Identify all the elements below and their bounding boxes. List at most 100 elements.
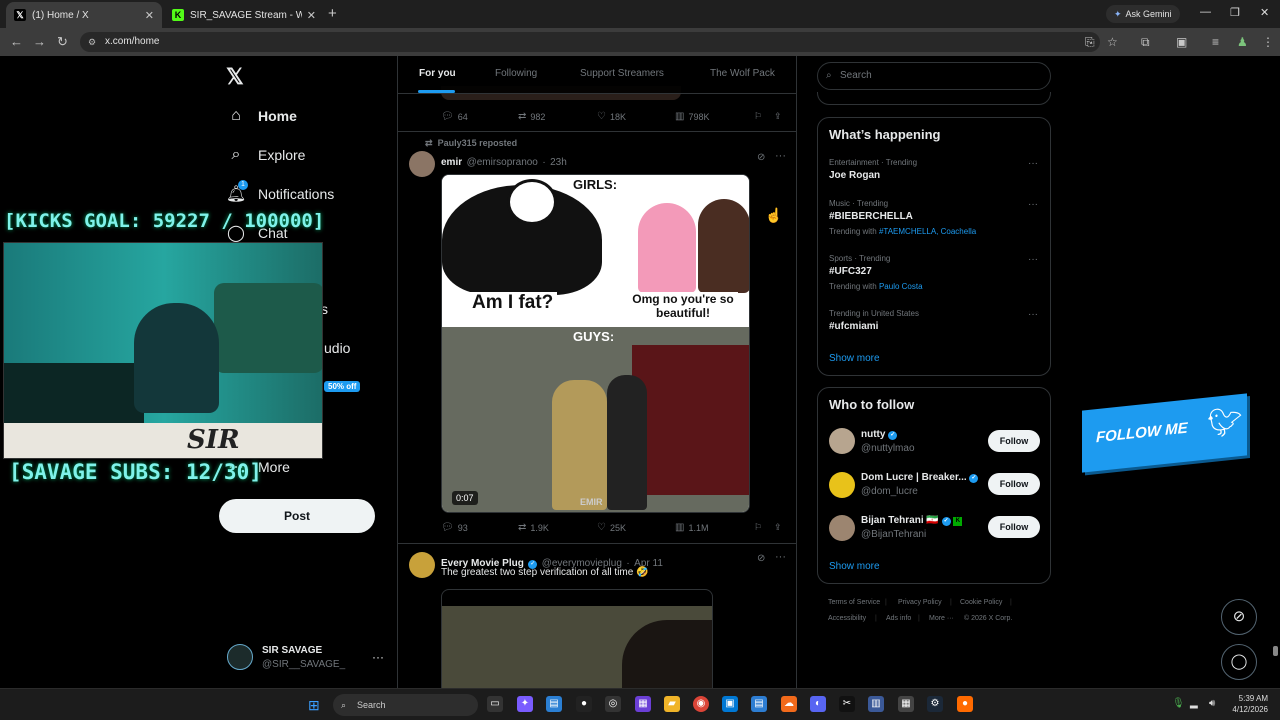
footer-link[interactable]: Privacy Policy <box>898 599 942 606</box>
trend-link[interactable]: #TAEMCHELLA, Coachella <box>879 227 976 236</box>
minimize-icon[interactable]: — <box>1200 6 1211 18</box>
app-icon[interactable]: ▣ <box>722 696 738 712</box>
reply-button[interactable]: 💬︎ 64 <box>441 111 468 122</box>
restore-icon[interactable]: ❐ <box>1230 6 1240 19</box>
bookmark-icon[interactable]: ⚐ <box>754 111 762 122</box>
avatar[interactable] <box>829 428 855 454</box>
more-dots-icon[interactable]: ··· <box>775 551 786 563</box>
avatar[interactable] <box>829 472 855 498</box>
windows-start-icon[interactable]: ⊞ <box>308 697 320 714</box>
grok-icon[interactable]: ⊘ <box>757 553 765 564</box>
views-button[interactable]: ▥ 1.1M <box>675 522 708 533</box>
sidebar-item-explore[interactable]: ⌕ Explore <box>226 145 306 165</box>
network-icon[interactable]: ▂ <box>1190 698 1198 709</box>
tab-kick-stream[interactable]: K SIR_SAVAGE Stream - Watch Liv ✕ <box>164 2 324 28</box>
reply-button[interactable]: 💬︎ 93 <box>441 522 468 533</box>
soundcloud-icon[interactable]: ☁ <box>781 696 797 712</box>
app-icon[interactable]: ▦ <box>898 696 914 712</box>
close-window-icon[interactable]: ✕ <box>1260 6 1269 19</box>
menu-icon[interactable]: ⋮ <box>1262 35 1274 49</box>
footer-link[interactable]: More ··· <box>929 615 954 622</box>
task-view-icon[interactable]: ▭ <box>487 696 503 712</box>
search-input[interactable]: ⌕ Search <box>817 62 1051 90</box>
microphone-icon[interactable]: 🎙︎ <box>1172 698 1185 709</box>
more-dots-icon[interactable]: ··· <box>1028 254 1038 265</box>
profile-icon[interactable]: ♟ <box>1237 35 1248 49</box>
follow-button[interactable]: Follow <box>988 473 1040 495</box>
tab-x-home[interactable]: 𝕏 (1) Home / X ✕ <box>6 2 162 28</box>
tab-following[interactable]: Following <box>495 68 537 79</box>
more-dots-icon[interactable]: ··· <box>775 150 786 162</box>
app-icon[interactable]: ▤ <box>546 696 562 712</box>
volume-icon[interactable]: 🔊︎ <box>1209 698 1215 709</box>
more-dots-icon[interactable]: ··· <box>1028 199 1038 210</box>
author-handle[interactable]: @emirsopranoo <box>467 157 538 168</box>
app-icon[interactable]: ● <box>957 696 973 712</box>
account-switcher[interactable]: SIR SAVAGE @SIR__SAVAGE_ ··· <box>227 644 387 674</box>
trend-name[interactable]: #BIEBERCHELLA <box>829 211 913 222</box>
sidebar-item-studio[interactable]: udio <box>324 340 350 356</box>
new-tab-icon[interactable]: + <box>328 5 337 22</box>
reload-icon[interactable]: ↻ <box>57 34 68 50</box>
app-icon[interactable]: ▥ <box>868 696 884 712</box>
forward-icon[interactable]: → <box>33 34 46 49</box>
grok-icon[interactable]: ⊘ <box>757 152 765 163</box>
sidebar-item-home[interactable]: ⌂ Home <box>226 106 297 126</box>
steam-icon[interactable]: ⚙ <box>927 696 943 712</box>
url-bar[interactable]: ⚙ x.com/home <box>80 32 1100 52</box>
system-clock[interactable]: 5:39 AM 4/12/2026 <box>1220 693 1268 715</box>
show-more-link[interactable]: Show more <box>829 561 880 572</box>
extensions-icon[interactable]: ⧉ <box>1141 35 1150 50</box>
bookmark-star-icon[interactable]: ☆ <box>1107 35 1118 49</box>
avatar[interactable] <box>829 515 855 541</box>
ask-gemini-button[interactable]: ✦ Ask Gemini <box>1106 5 1180 23</box>
grok-fab[interactable]: ⊘ <box>1221 599 1257 635</box>
repost-context[interactable]: ⇄ Pauly315 reposted <box>425 138 517 149</box>
media-icon[interactable]: ≡ <box>1212 35 1219 49</box>
capcut-icon[interactable]: ✂ <box>839 696 855 712</box>
views-button[interactable]: ▥ 798K <box>675 111 709 122</box>
bookmark-icon[interactable]: ⚐ <box>754 522 762 533</box>
author-name[interactable]: emir <box>441 157 462 168</box>
follow-button[interactable]: Follow <box>988 430 1040 452</box>
sidebar-item-notifications[interactable]: 🔔︎ 1 Notifications <box>226 180 334 204</box>
avatar[interactable] <box>409 151 435 177</box>
show-more-link[interactable]: Show more <box>829 353 880 364</box>
tab-support-streamers[interactable]: Support Streamers <box>580 68 664 79</box>
messages-fab[interactable]: ◯ <box>1221 644 1257 680</box>
app-icon[interactable]: ▤ <box>751 696 767 712</box>
footer-link[interactable]: Terms of Service <box>828 599 880 606</box>
tab-the-wolf-pack[interactable]: The Wolf Pack <box>710 68 775 79</box>
tab-for-you[interactable]: For you <box>419 68 456 79</box>
repost-button[interactable]: ⇄ 982 <box>518 111 545 122</box>
close-icon[interactable]: ✕ <box>307 9 316 22</box>
like-button[interactable]: ♡ 18K <box>597 111 626 122</box>
app-icon[interactable]: ● <box>576 696 592 712</box>
tweet-video[interactable] <box>441 589 713 688</box>
app-icon[interactable]: ◎ <box>605 696 621 712</box>
site-info-icon[interactable]: ⚙ <box>88 32 96 52</box>
tweet-video[interactable]: GIRLS: Am I fat? Omg no you're so beauti… <box>441 174 750 513</box>
taskbar-search[interactable]: ⌕ Search <box>333 694 478 716</box>
repost-button[interactable]: ⇄ 1.9K <box>518 522 549 533</box>
follow-button[interactable]: Follow <box>988 516 1040 538</box>
back-icon[interactable]: ← <box>10 34 23 49</box>
app-icon[interactable]: ▦ <box>635 696 651 712</box>
footer-link[interactable]: Ads info <box>886 615 911 622</box>
user-name[interactable]: Bijan Tehrani 🇮🇷 <box>861 515 939 526</box>
install-app-icon[interactable]: ⎘ <box>1085 35 1095 50</box>
more-dots-icon[interactable]: ··· <box>1028 309 1038 320</box>
trend-name[interactable]: Joe Rogan <box>829 170 880 181</box>
copilot-icon[interactable]: ✦ <box>517 696 533 712</box>
trend-name[interactable]: #ufcmiami <box>829 321 878 332</box>
split-view-icon[interactable]: ▣ <box>1176 35 1187 49</box>
close-icon[interactable]: ✕ <box>145 9 154 22</box>
more-dots-icon[interactable]: ··· <box>1028 158 1038 169</box>
scrollbar[interactable] <box>1271 56 1280 688</box>
like-button[interactable]: ♡ 25K <box>597 522 626 533</box>
user-name[interactable]: nutty <box>861 429 885 440</box>
scrollbar-thumb[interactable] <box>1273 646 1278 656</box>
chrome-icon[interactable]: ◉ <box>693 696 709 712</box>
share-icon[interactable]: ⇪ <box>774 522 782 533</box>
footer-link[interactable]: Cookie Policy <box>960 599 1002 606</box>
